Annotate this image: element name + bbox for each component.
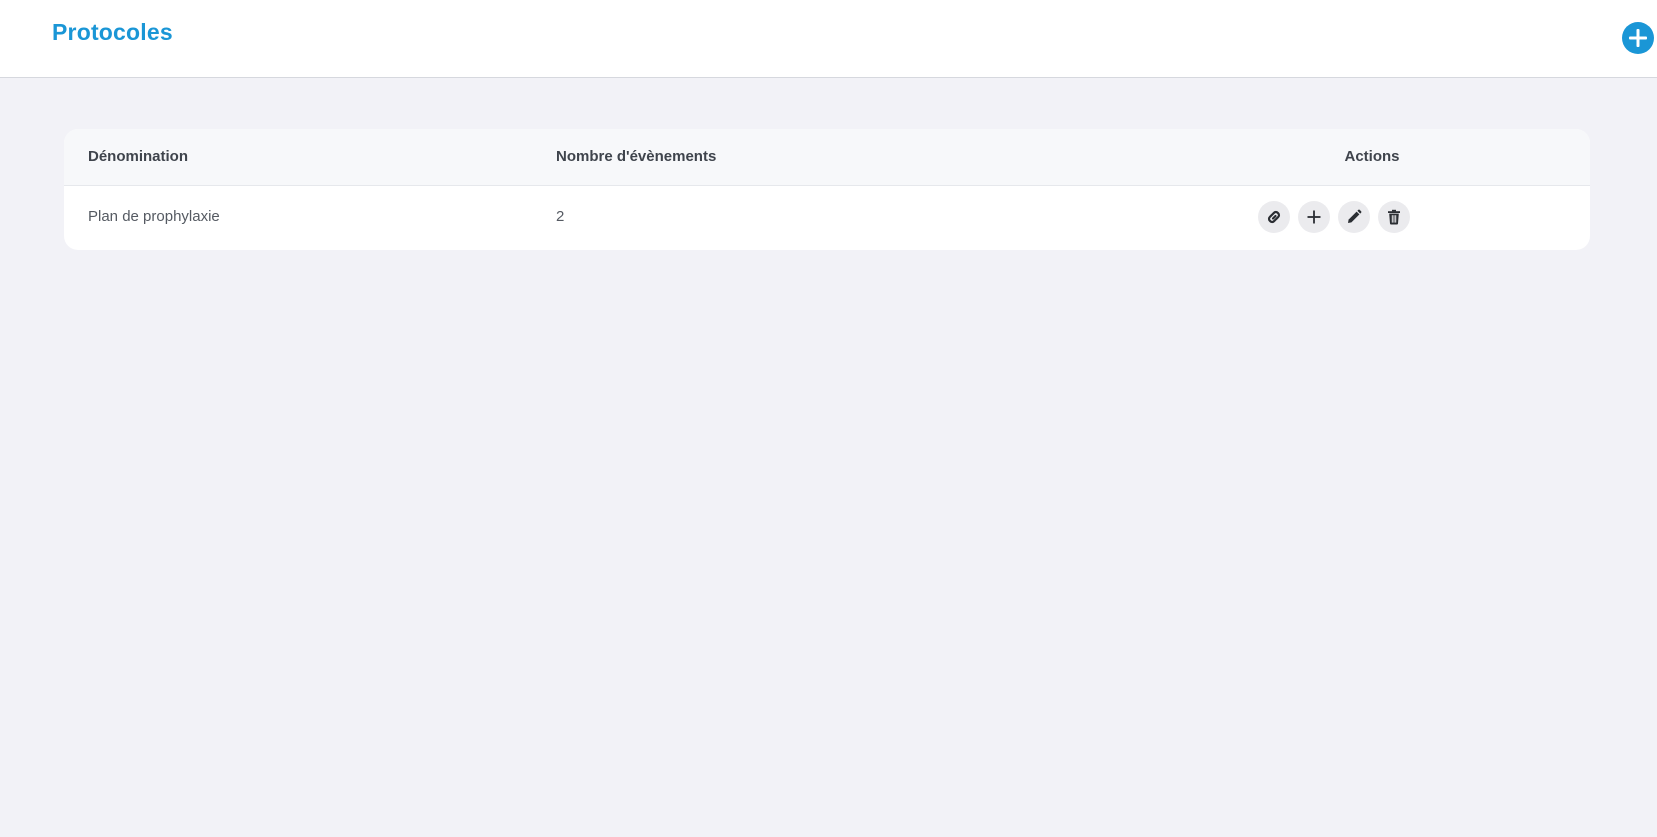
add-protocol-button[interactable]	[1622, 22, 1654, 54]
protocol-name: Plan de prophylaxie	[88, 208, 220, 225]
pencil-icon	[1348, 209, 1362, 223]
column-header-denomination[interactable]: Dénomination	[88, 148, 188, 165]
row-actions	[1258, 201, 1410, 233]
protocols-table: Dénomination Nombre d'évènements Actions…	[64, 129, 1590, 250]
column-header-actions: Actions	[1344, 148, 1400, 165]
add-event-button[interactable]	[1298, 201, 1330, 233]
table-row: Plan de prophylaxie 2	[64, 186, 1590, 250]
plus-circle-icon	[1629, 29, 1647, 47]
plus-icon	[1307, 210, 1321, 224]
link-button[interactable]	[1258, 201, 1290, 233]
page-title: Protocoles	[52, 19, 173, 45]
edit-button[interactable]	[1338, 201, 1370, 233]
page-header: Protocoles	[0, 0, 1657, 78]
delete-button[interactable]	[1378, 201, 1410, 233]
column-header-event-count[interactable]: Nombre d'évènements	[556, 148, 716, 165]
table-header: Dénomination Nombre d'évènements Actions	[64, 129, 1590, 186]
trash-icon	[1388, 209, 1400, 225]
link-icon	[1267, 210, 1281, 224]
protocol-event-count: 2	[556, 208, 565, 225]
